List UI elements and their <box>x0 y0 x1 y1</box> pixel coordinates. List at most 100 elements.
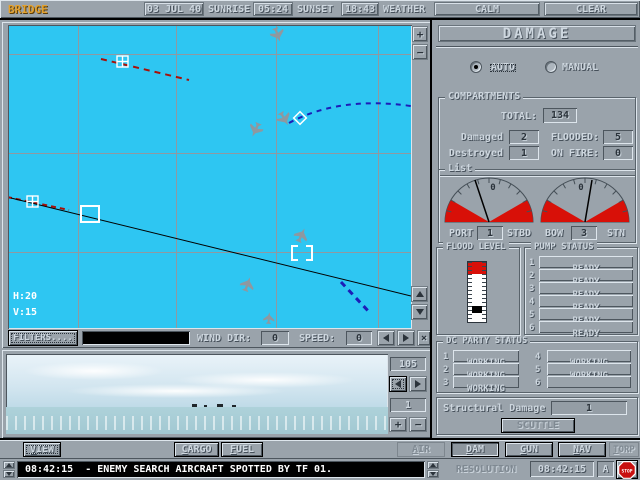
sky-state: CLEAR <box>575 3 607 15</box>
pump-number: 4 <box>529 297 535 307</box>
view-rotate-left-button[interactable] <box>389 376 407 392</box>
structural-damage-value-box: 1 <box>551 401 627 415</box>
port-value-box: 1 <box>477 226 503 240</box>
pump-number: 2 <box>529 271 535 281</box>
map-view[interactable]: H:20 V:15 <box>8 25 412 329</box>
structural-damage-value: 1 <box>585 402 593 414</box>
sunset-time: 18:43 <box>344 3 376 15</box>
aircraft-icon[interactable] <box>268 26 287 45</box>
panel-title: DAMAGE <box>502 25 572 42</box>
fuel-button[interactable]: FUEL <box>221 442 263 457</box>
map-h-coordinate: H:20 <box>13 291 38 302</box>
stop-sign-icon: STOP <box>618 460 636 479</box>
bottom-button-bar: VIEW CARGO FUEL AIR DAM GUN NAV TORP <box>0 440 640 458</box>
ocean-view[interactable] <box>6 354 388 434</box>
scuttle-button[interactable]: SCUTTLE <box>501 418 575 433</box>
view-zoom-value: 1 <box>404 399 412 411</box>
bow-value: 3 <box>580 227 588 239</box>
map-scroll-up-button[interactable] <box>411 286 428 302</box>
view-button[interactable]: VIEW <box>23 442 61 457</box>
filters-button[interactable]: FILTERS.... <box>8 330 78 346</box>
flood-level-group: FLOOD LEVEL <box>436 242 520 335</box>
gauge-zero-label: 0 <box>490 183 495 193</box>
resolution-label: RESOLUTION <box>455 464 517 475</box>
damaged-label: Damaged <box>460 132 503 143</box>
map-pan-right-button[interactable] <box>397 330 415 346</box>
time-mode-box: A <box>597 461 614 477</box>
map-zoom-in-button[interactable]: + <box>412 26 428 42</box>
view-bearing-value: 105 <box>398 358 418 370</box>
enemy-track-top <box>100 58 190 81</box>
air-button[interactable]: AIR <box>397 442 445 457</box>
own-taskforce-marker-icon[interactable] <box>26 195 39 208</box>
map-scroll-down-button[interactable] <box>411 304 428 320</box>
aircraft-icon[interactable] <box>246 120 265 140</box>
selection-box[interactable] <box>80 205 100 223</box>
aircraft-icon[interactable] <box>292 225 311 245</box>
cargo-button[interactable]: CARGO <box>174 442 219 457</box>
bow-value-box: 3 <box>571 226 597 240</box>
flood-level-gauge <box>467 261 487 323</box>
structural-damage-group: Structural Damage 1 SCUTTLE <box>436 397 638 435</box>
ocean-view-frame: 105 1 + − <box>2 350 432 438</box>
sunrise-time-box: 05:24 <box>253 2 293 16</box>
auto-radio-label[interactable]: AUTO <box>487 61 519 75</box>
speed-label: SPEED: <box>299 333 336 344</box>
weather-label: WEATHER <box>383 4 426 15</box>
view-rotate-right-button[interactable] <box>409 376 427 392</box>
date-box: 03 JUL 40 <box>144 2 204 16</box>
resolution-up-button[interactable] <box>427 461 439 469</box>
view-zoom-in-button[interactable]: + <box>389 417 407 432</box>
aircraft-icon[interactable] <box>238 274 257 294</box>
up-arrow-icon <box>415 291 424 297</box>
aircraft-contacts <box>238 26 311 325</box>
left-arrow-icon <box>395 380 401 388</box>
map-close-button[interactable]: × <box>417 330 431 346</box>
gauge-zero-label: 0 <box>578 183 583 193</box>
damage-panel: DAMAGE AUTO MANUAL COMPARTMENTS TOTAL: 1… <box>430 20 640 440</box>
resolution-down-button[interactable] <box>427 470 439 478</box>
map-pan-left-button[interactable] <box>377 330 395 346</box>
view-bearing-box: 105 <box>390 357 426 371</box>
gun-button[interactable]: GUN <box>505 442 553 457</box>
pump-status-row: READY <box>539 256 633 274</box>
tactical-map[interactable] <box>9 26 411 328</box>
dam-button[interactable]: DAM <box>451 442 499 457</box>
map-zoom-out-button[interactable]: − <box>412 44 428 60</box>
total-value: 134 <box>550 110 570 121</box>
sea-sparkle <box>6 416 388 430</box>
blue-track-right <box>288 102 411 124</box>
scuttle-button-label: SCUTTLE <box>516 420 560 431</box>
stbd-label: STBD <box>507 228 532 239</box>
nav-button[interactable]: NAV <box>558 442 606 457</box>
pump-status-value: READY <box>572 329 600 339</box>
pump-status-row: READY <box>539 321 633 339</box>
ship-silhouette <box>232 405 236 407</box>
auto-radio[interactable] <box>470 61 482 73</box>
view-zoom-out-button[interactable]: − <box>409 417 427 432</box>
pump-number: 1 <box>529 258 535 268</box>
stop-button[interactable]: STOP <box>616 460 638 479</box>
minus-icon: − <box>414 418 422 431</box>
sunrise-time: 05:24 <box>257 3 289 15</box>
torp-button[interactable]: TORP <box>609 442 639 457</box>
ship-silhouette <box>192 404 197 407</box>
message-scroll-up-button[interactable] <box>3 461 15 469</box>
sunset-label: SUNSET <box>297 4 334 15</box>
list-group: List 0 0 PORT 1 STBD BOW 3 STN <box>438 164 636 243</box>
dc-party-number: 1 <box>443 352 449 362</box>
right-arrow-icon <box>415 380 421 388</box>
plus-icon: + <box>394 418 402 431</box>
flooded-value-box: 5 <box>603 130 633 144</box>
close-icon: × <box>420 332 428 344</box>
filters-button-label: FILTERS.... <box>13 333 73 343</box>
sky-state-box: CLEAR <box>544 2 638 16</box>
destroyed-value-box: 1 <box>509 146 539 160</box>
ship-silhouette <box>217 404 223 407</box>
message-scroll-down-button[interactable] <box>3 470 15 478</box>
manual-radio[interactable] <box>545 61 557 73</box>
aircraft-icon[interactable] <box>274 109 295 129</box>
dc-party-row: WORKING <box>547 363 631 381</box>
manual-radio-label[interactable]: MANUAL <box>562 62 598 73</box>
aircraft-icon[interactable] <box>262 311 275 325</box>
